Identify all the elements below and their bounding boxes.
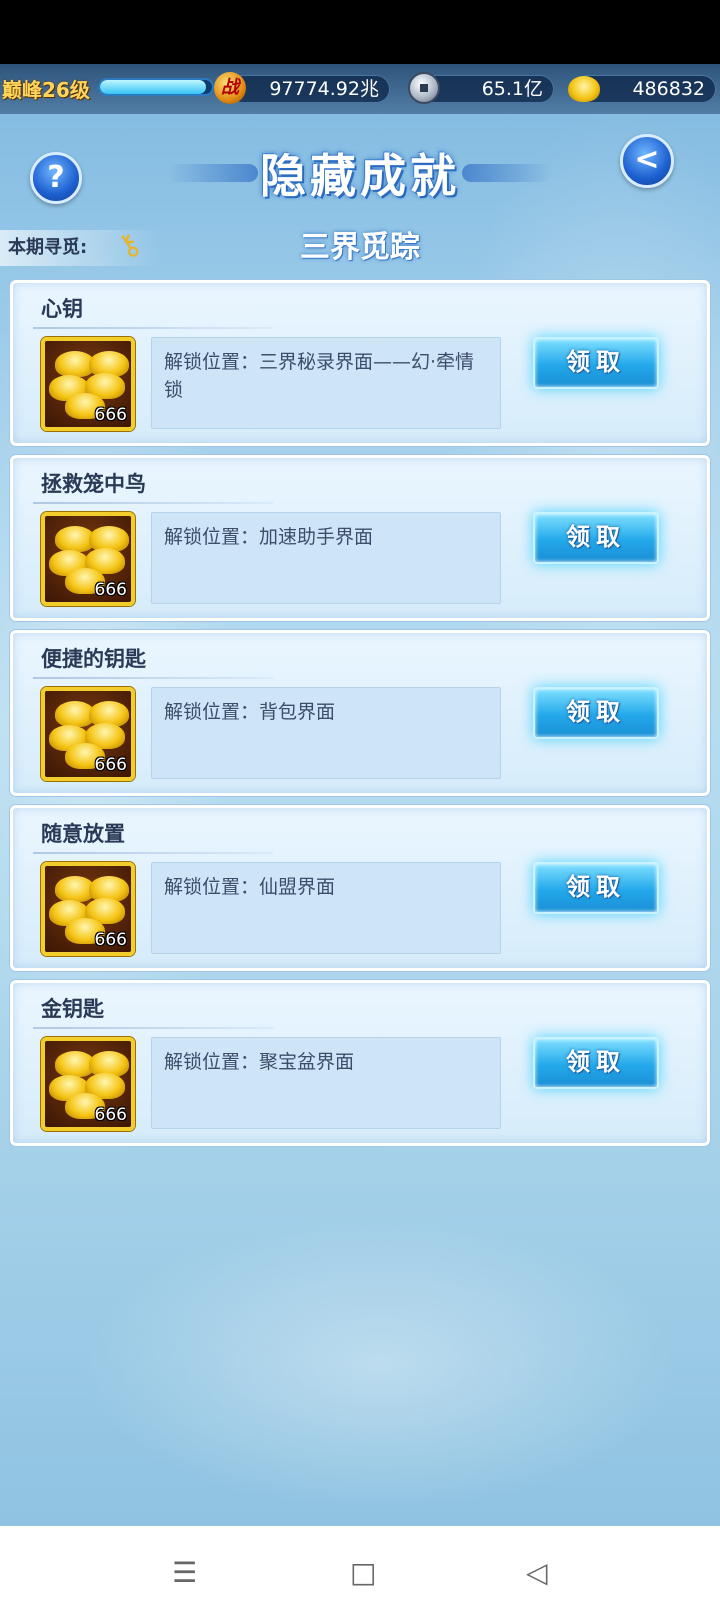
divider xyxy=(33,1027,273,1029)
divider xyxy=(33,502,273,504)
reward-count: 666 xyxy=(94,405,127,425)
achievement-card: 拯救笼中鸟 666 解锁位置：加速助手界面 领取 xyxy=(10,455,710,621)
gold-ingot-reward-icon[interactable]: 666 xyxy=(41,337,135,431)
period-subtitle: 三界觅踪 xyxy=(300,230,420,265)
player-level: 巅峰26级 xyxy=(2,78,90,102)
background-mist xyxy=(80,1214,680,1514)
achievement-name: 心钥 xyxy=(41,297,83,321)
menu-icon[interactable]: ☰ xyxy=(172,1556,197,1589)
claim-button[interactable]: 领取 xyxy=(533,862,659,914)
achievement-name: 拯救笼中鸟 xyxy=(41,472,146,496)
divider xyxy=(33,327,273,329)
reward-count: 666 xyxy=(94,755,127,775)
unlock-location-text: 解锁位置：三界秘录界面——幻·牵情锁 xyxy=(151,337,501,429)
claim-button[interactable]: 领取 xyxy=(533,337,659,389)
power-value: 97774.92兆 xyxy=(269,78,379,100)
achievement-card: 金钥匙 666 解锁位置：聚宝盆界面 领取 xyxy=(10,980,710,1146)
unlock-location-text: 解锁位置：仙盟界面 xyxy=(151,862,501,954)
game-screen: 巅峰26级 97774.92兆 战 65.1亿 486832 ? < 隐藏成就 … xyxy=(0,64,720,1526)
unlock-location-text: 解锁位置：聚宝盆界面 xyxy=(151,1037,501,1129)
gold-ingot-icon xyxy=(568,76,600,102)
silver-value: 65.1亿 xyxy=(481,78,543,100)
power-icon: 战 xyxy=(214,72,246,104)
back-icon[interactable]: ◁ xyxy=(526,1556,548,1589)
resource-bar: 巅峰26级 97774.92兆 战 65.1亿 486832 xyxy=(0,64,720,114)
achievement-card: 便捷的钥匙 666 解锁位置：背包界面 领取 xyxy=(10,630,710,796)
silver-coin-icon xyxy=(408,72,440,104)
reward-count: 666 xyxy=(94,930,127,950)
claim-button[interactable]: 领取 xyxy=(533,512,659,564)
divider xyxy=(33,677,273,679)
gold-ingot-reward-icon[interactable]: 666 xyxy=(41,512,135,606)
unlock-location-text: 解锁位置：加速助手界面 xyxy=(151,512,501,604)
achievement-name: 金钥匙 xyxy=(41,997,104,1021)
achievement-name: 便捷的钥匙 xyxy=(41,647,146,671)
gold-ingot-reward-icon[interactable]: 666 xyxy=(41,687,135,781)
reward-count: 666 xyxy=(94,1105,127,1125)
gold-value: 486832 xyxy=(632,78,705,100)
gold-ingot-reward-icon[interactable]: 666 xyxy=(41,862,135,956)
status-bar xyxy=(0,0,720,64)
claim-button[interactable]: 领取 xyxy=(533,687,659,739)
divider xyxy=(33,852,273,854)
reward-count: 666 xyxy=(94,580,127,600)
level-progress-fill xyxy=(100,80,207,94)
home-icon[interactable]: □ xyxy=(350,1556,376,1589)
achievement-list: 心钥 666 解锁位置：三界秘录界面——幻·牵情锁 领取 拯救笼中鸟 666 解… xyxy=(10,280,710,1155)
page-title: 隐藏成就 xyxy=(260,149,460,203)
power-badge-text: 战 xyxy=(221,77,239,98)
power-display: 97774.92兆 xyxy=(228,75,390,103)
gold-ingot-reward-icon[interactable]: 666 xyxy=(41,1037,135,1131)
system-nav-bar: ☰ □ ◁ xyxy=(0,1526,720,1612)
claim-button[interactable]: 领取 xyxy=(533,1037,659,1089)
achievement-name: 随意放置 xyxy=(41,822,125,846)
achievement-card: 随意放置 666 解锁位置：仙盟界面 领取 xyxy=(10,805,710,971)
unlock-location-text: 解锁位置：背包界面 xyxy=(151,687,501,779)
achievement-card: 心钥 666 解锁位置：三界秘录界面——幻·牵情锁 领取 xyxy=(10,280,710,446)
level-progress-bar xyxy=(98,78,214,96)
